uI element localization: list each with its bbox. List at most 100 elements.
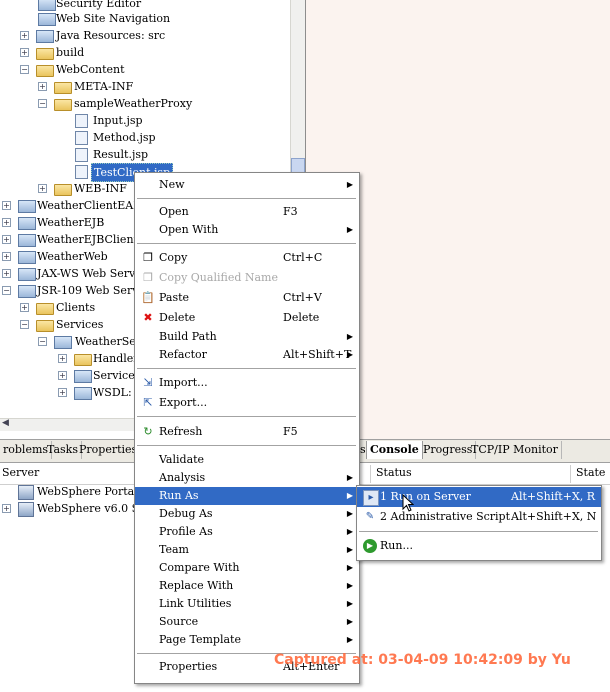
tree-row-input-jsp[interactable]: Input.jsp xyxy=(0,112,290,129)
tree-label: META-INF xyxy=(74,80,134,93)
column-status[interactable]: Status xyxy=(376,466,412,479)
submenu-item-run[interactable]: ▶ Run... xyxy=(357,536,601,556)
tab-properties[interactable]: Properties xyxy=(76,441,142,459)
expand-icon[interactable]: + xyxy=(38,82,47,91)
menu-item-source[interactable]: Source ▶ xyxy=(135,613,359,631)
expand-icon[interactable]: + xyxy=(2,504,11,513)
expand-icon[interactable]: + xyxy=(2,235,11,244)
menu-label: Copy xyxy=(159,251,188,264)
menu-item-compare-with[interactable]: Compare With ▶ xyxy=(135,559,359,577)
expand-icon[interactable]: + xyxy=(20,31,29,40)
tree-label: WeatherWeb xyxy=(37,250,108,263)
menu-item-link-utilities[interactable]: Link Utilities ▶ xyxy=(135,595,359,613)
expand-icon[interactable]: + xyxy=(58,371,67,380)
expand-icon[interactable]: + xyxy=(2,252,11,261)
column-divider xyxy=(370,465,371,483)
menu-label: Open With xyxy=(159,223,219,236)
tab-console[interactable]: Console xyxy=(366,441,423,459)
menu-item-export[interactable]: ⇱ Export... xyxy=(135,394,359,412)
collapse-icon[interactable]: − xyxy=(20,320,29,329)
expand-icon[interactable]: + xyxy=(38,184,47,193)
expand-icon[interactable]: + xyxy=(58,388,67,397)
submenu-arrow-icon: ▶ xyxy=(346,350,353,359)
expand-icon[interactable]: + xyxy=(2,201,11,210)
submenu-arrow-icon: ▶ xyxy=(346,473,353,482)
menu-item-debug-as[interactable]: Debug As ▶ xyxy=(135,505,359,523)
folder-icon xyxy=(54,184,72,196)
tree-row-meta-inf[interactable]: + META-INF xyxy=(0,78,290,95)
menu-item-refactor[interactable]: Refactor Alt+Shift+T ▶ xyxy=(135,346,359,364)
submenu-accelerator: Alt+Shift+X, N xyxy=(511,510,597,523)
ejb-project-icon xyxy=(18,234,36,247)
tree-row-method-jsp[interactable]: Method.jsp xyxy=(0,129,290,146)
refresh-icon: ↻ xyxy=(143,425,153,438)
menu-item-copy[interactable]: ❐ Copy Ctrl+C xyxy=(135,249,359,267)
tree-row-sampleweatherproxy[interactable]: − sampleWeatherProxy xyxy=(0,95,290,112)
submenu-label: Run... xyxy=(380,539,413,552)
expand-icon[interactable]: + xyxy=(20,303,29,312)
menu-item-validate[interactable]: Validate xyxy=(135,451,359,469)
menu-label: Source xyxy=(159,615,199,628)
menu-label: Debug As xyxy=(159,507,213,520)
menu-item-refresh[interactable]: ↻ Refresh F5 xyxy=(135,423,359,441)
tree-row-web-site-navigation[interactable]: Web Site Navigation xyxy=(0,10,290,27)
folder-icon xyxy=(74,354,92,366)
menu-item-open[interactable]: Open F3 xyxy=(135,203,359,221)
run-icon: ▶ xyxy=(363,539,377,553)
menu-item-new[interactable]: New ▶ xyxy=(135,176,359,194)
tree-row-webcontent[interactable]: − WebContent xyxy=(0,61,290,78)
submenu-item-run-on-server[interactable]: ▸ 1 Run on Server Alt+Shift+X, R xyxy=(357,487,601,507)
tree-label: WSDL: / xyxy=(93,386,139,399)
menu-label: Open xyxy=(159,205,189,218)
collapse-icon[interactable]: − xyxy=(38,99,47,108)
menu-item-open-with[interactable]: Open With ▶ xyxy=(135,221,359,239)
scroll-left-icon[interactable]: ◀ xyxy=(2,418,9,428)
expand-icon[interactable]: + xyxy=(2,269,11,278)
menu-label: Refactor xyxy=(159,348,207,361)
submenu-label: 2 Administrative Script xyxy=(380,510,511,523)
menu-label: Build Path xyxy=(159,330,217,343)
collapse-icon[interactable]: − xyxy=(2,286,11,295)
column-state[interactable]: State xyxy=(576,466,605,479)
menu-item-delete[interactable]: ✖ Delete Delete xyxy=(135,309,359,327)
tree-row-build[interactable]: + build xyxy=(0,44,290,61)
submenu-item-administrative-script[interactable]: ✎ 2 Administrative Script Alt+Shift+X, N xyxy=(357,507,601,527)
submenu-arrow-icon: ▶ xyxy=(346,180,353,189)
expand-icon[interactable]: + xyxy=(20,48,29,57)
menu-label: Analysis xyxy=(159,471,206,484)
menu-label: New xyxy=(159,178,185,191)
tree-row-java-resources[interactable]: + Java Resources: src xyxy=(0,27,290,44)
menu-item-page-template[interactable]: Page Template ▶ xyxy=(135,631,359,649)
tree-label: WebContent xyxy=(56,63,125,76)
menu-item-replace-with[interactable]: Replace With ▶ xyxy=(135,577,359,595)
tree-label: Method.jsp xyxy=(93,131,156,144)
export-icon: ⇱ xyxy=(143,396,153,409)
folder-open-icon xyxy=(36,65,54,77)
menu-item-run-as[interactable]: Run As ▶ xyxy=(135,487,359,505)
collapse-icon[interactable]: − xyxy=(20,65,29,74)
expand-icon[interactable]: + xyxy=(2,218,11,227)
menu-item-build-path[interactable]: Build Path ▶ xyxy=(135,328,359,346)
column-server[interactable]: Server xyxy=(2,466,39,479)
tree-label: build xyxy=(56,46,85,59)
tree-row-result-jsp[interactable]: Result.jsp xyxy=(0,146,290,163)
menu-accelerator: F5 xyxy=(283,425,298,438)
tree-label: Java Resources: src xyxy=(56,29,166,42)
menu-item-team[interactable]: Team ▶ xyxy=(135,541,359,559)
tree-label: JSR-109 Web Servic xyxy=(37,284,149,297)
menu-label: Run As xyxy=(159,489,199,502)
menu-accelerator: Alt+Shift+T xyxy=(283,348,352,361)
expand-icon[interactable]: + xyxy=(58,354,67,363)
menu-item-profile-as[interactable]: Profile As ▶ xyxy=(135,523,359,541)
menu-item-analysis[interactable]: Analysis ▶ xyxy=(135,469,359,487)
menu-item-import[interactable]: ⇲ Import... xyxy=(135,374,359,392)
menu-item-copy-qualified-name[interactable]: ❐ Copy Qualified Name xyxy=(135,269,359,287)
tab-tcpip-monitor[interactable]: TCP/IP Monitor xyxy=(468,441,562,459)
submenu-arrow-icon: ▶ xyxy=(346,617,353,626)
tree-label: WEB-INF xyxy=(74,182,127,195)
menu-item-paste[interactable]: 📋 Paste Ctrl+V xyxy=(135,289,359,307)
menu-accelerator: Ctrl+C xyxy=(283,251,323,264)
jsp-file-icon xyxy=(75,131,88,145)
folder-open-icon xyxy=(36,320,54,332)
collapse-icon[interactable]: − xyxy=(38,337,47,346)
